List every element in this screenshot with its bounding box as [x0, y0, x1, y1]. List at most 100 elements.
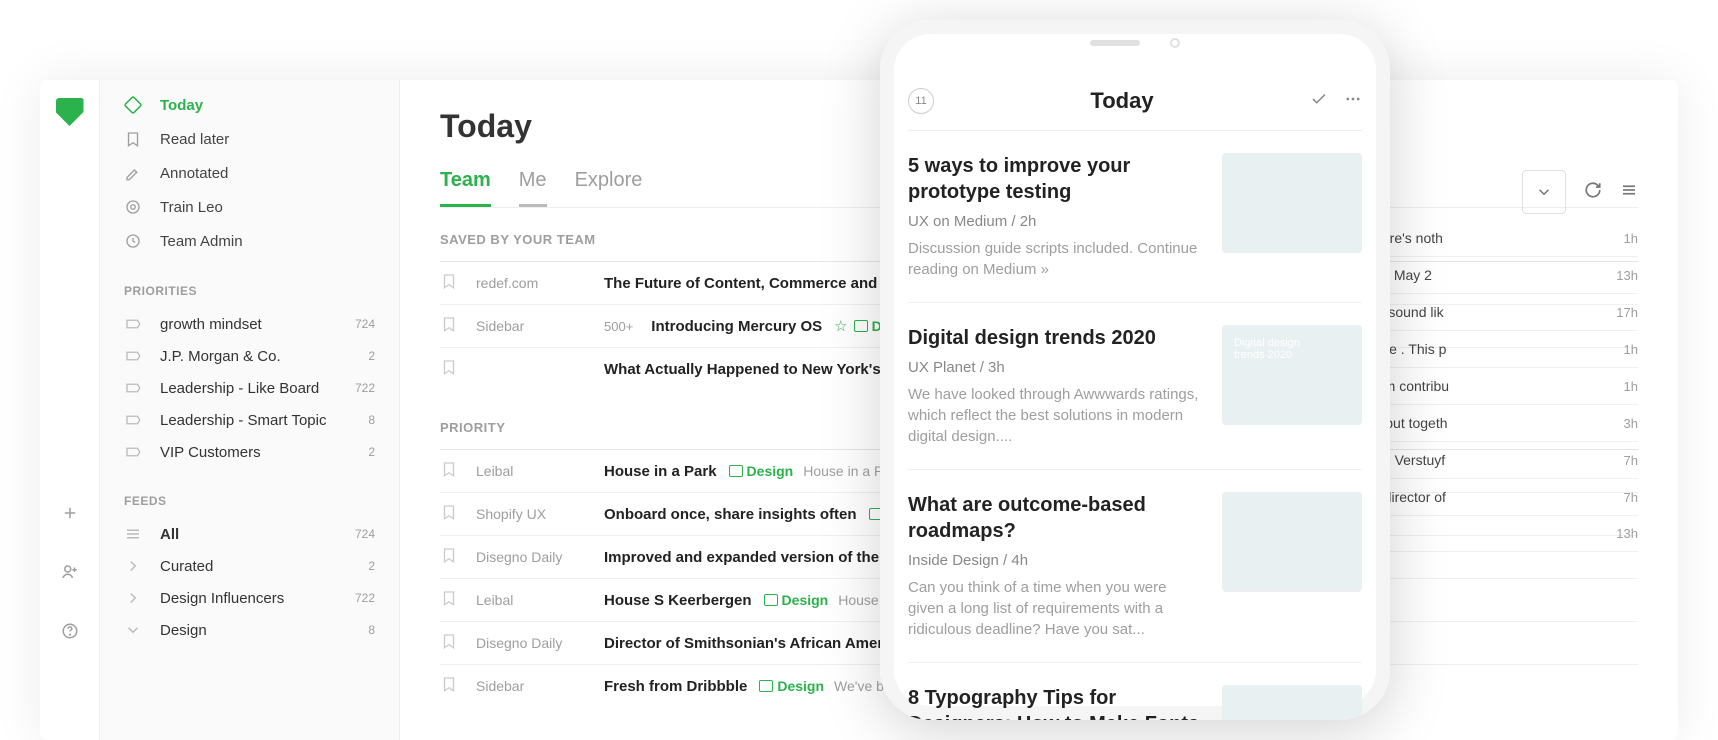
back-text: ling director of — [1358, 489, 1616, 505]
back-time: 1h — [1624, 342, 1638, 357]
back-row[interactable]: ecture . This p 1h — [1358, 331, 1638, 368]
logo-icon[interactable] — [56, 98, 84, 126]
phone-header: 11 Today — [908, 88, 1362, 131]
feed-icon — [124, 557, 146, 575]
feed-row[interactable]: All724 — [100, 518, 399, 550]
priority-row[interactable]: growth mindset724 — [100, 308, 399, 340]
article-title: Fresh from Dribbble — [604, 678, 747, 695]
feed-label: Design — [160, 622, 368, 639]
priorities-heading: PRIORITIES — [100, 258, 399, 308]
sidebar-icon — [124, 164, 146, 182]
back-row[interactable]: een put togeth3h — [1358, 405, 1638, 442]
article-source: redef.com — [476, 275, 604, 291]
priority-count: 2 — [368, 445, 375, 459]
priority-row[interactable]: Leadership - Like Board722 — [100, 372, 399, 404]
phone-article[interactable]: What are outcome-based roadmaps? Inside … — [908, 470, 1362, 663]
sidebar-icon — [124, 232, 146, 250]
phone-article[interactable]: 5 ways to improve your prototype testing… — [908, 131, 1362, 303]
back-article-list: . There's noth1hYuan May 213hould sound … — [1358, 220, 1638, 552]
bookmark-icon[interactable] — [440, 503, 464, 525]
view-dropdown[interactable] — [1522, 170, 1566, 214]
back-text: ecture . This p — [1358, 341, 1616, 357]
back-time: 13h — [1616, 526, 1638, 541]
bookmark-icon[interactable] — [440, 632, 464, 654]
sidebar: TodayRead laterAnnotatedTrain LeoTeam Ad… — [100, 80, 400, 740]
back-text: ould sound lik — [1358, 304, 1608, 320]
toolbar-right — [1522, 170, 1638, 214]
back-row[interactable]: ling director of7h — [1358, 479, 1638, 516]
back-row[interactable]: Yuan May 213h — [1358, 257, 1638, 294]
back-row[interactable]: . There's noth 1h — [1358, 220, 1638, 257]
article-tag[interactable]: Design — [729, 463, 794, 479]
feed-row[interactable]: Curated2 — [100, 550, 399, 582]
menu-icon[interactable] — [1620, 181, 1638, 204]
phone-article-meta: UX on Medium / 2h — [908, 213, 1204, 230]
priority-row[interactable]: J.P. Morgan & Co.2 — [100, 340, 399, 372]
bookmark-icon[interactable] — [440, 546, 464, 568]
bookmark-icon[interactable] — [440, 315, 464, 337]
article-source: Disegno Daily — [476, 635, 604, 651]
article-source: Sidebar — [476, 678, 604, 694]
bookmark-icon[interactable] — [440, 272, 464, 294]
feed-count: 722 — [355, 591, 375, 605]
article-tag[interactable]: Design — [759, 678, 824, 694]
article-tag[interactable]: Design — [764, 592, 829, 608]
back-text: Yuan May 2 — [1358, 267, 1608, 283]
bookmark-icon[interactable] — [440, 460, 464, 482]
feed-label: All — [160, 526, 355, 543]
sidebar-item-train-leo[interactable]: Train Leo — [100, 190, 399, 224]
priority-row[interactable]: Leadership - Smart Topic8 — [100, 404, 399, 436]
sidebar-item-today[interactable]: Today — [100, 88, 399, 122]
bookmark-icon[interactable] — [440, 675, 464, 697]
feed-row[interactable]: Design8 — [100, 614, 399, 646]
back-text: . There's noth — [1358, 230, 1616, 246]
tag-icon — [124, 347, 146, 365]
article-source: Shopify UX — [476, 506, 604, 522]
phone-article-meta: UX Planet / 3h — [908, 359, 1204, 376]
article-title: Improved and expanded version of the Lor — [604, 549, 907, 566]
sidebar-item-read-later[interactable]: Read later — [100, 122, 399, 156]
sidebar-icon — [124, 96, 146, 114]
priority-count: 724 — [355, 317, 375, 331]
back-time: 1h — [1624, 231, 1638, 246]
bookmark-icon[interactable] — [440, 358, 464, 380]
more-icon[interactable] — [1344, 90, 1362, 113]
sidebar-item-team-admin[interactable]: Team Admin — [100, 224, 399, 258]
priority-label: Leadership - Like Board — [160, 380, 355, 397]
star-icon: ☆ — [834, 317, 847, 335]
refresh-icon[interactable] — [1584, 181, 1602, 204]
phone-article-thumb: Digital designtrends 2020 — [1222, 325, 1362, 425]
phone-mockup: 11 Today 5 ways to improve your prototyp… — [880, 20, 1390, 720]
phone-article[interactable]: Digital design trends 2020 UX Planet / 3… — [908, 303, 1362, 470]
add-icon[interactable] — [61, 504, 79, 527]
article-title: House in a Park — [604, 463, 717, 480]
sidebar-icon — [124, 198, 146, 216]
tab-me[interactable]: Me — [519, 169, 547, 207]
article-title: House S Keerbergen — [604, 592, 752, 609]
phone-article-desc: Discussion guide scripts included. Conti… — [908, 238, 1204, 280]
bookmark-icon[interactable] — [440, 589, 464, 611]
add-user-icon[interactable] — [61, 563, 79, 586]
phone-notch — [1090, 38, 1180, 48]
back-row[interactable]: 13h — [1358, 516, 1638, 552]
back-row[interactable]: ould sound lik17h — [1358, 294, 1638, 331]
unread-badge[interactable]: 11 — [908, 88, 934, 114]
sidebar-item-annotated[interactable]: Annotated — [100, 156, 399, 190]
back-row[interactable]: Hans Verstuyf7h — [1358, 442, 1638, 479]
back-text: Hans Verstuyf — [1358, 452, 1616, 468]
phone-article[interactable]: 8 Typography Tips for Designers: How to … — [908, 663, 1362, 720]
tab-team[interactable]: Team — [440, 169, 491, 207]
help-icon[interactable] — [61, 622, 79, 645]
left-rail — [40, 80, 100, 740]
tab-explore[interactable]: Explore — [575, 169, 643, 207]
feed-icon — [124, 525, 146, 543]
priority-count: 722 — [355, 381, 375, 395]
sidebar-icon — [124, 130, 146, 148]
priority-row[interactable]: VIP Customers2 — [100, 436, 399, 468]
feed-row[interactable]: Design Influencers722 — [100, 582, 399, 614]
article-source: Sidebar — [476, 318, 604, 334]
back-row[interactable]: ystem contribu1h — [1358, 368, 1638, 405]
priority-label: Leadership - Smart Topic — [160, 412, 368, 429]
back-text: een put togeth — [1358, 415, 1616, 431]
check-icon[interactable] — [1310, 90, 1328, 113]
